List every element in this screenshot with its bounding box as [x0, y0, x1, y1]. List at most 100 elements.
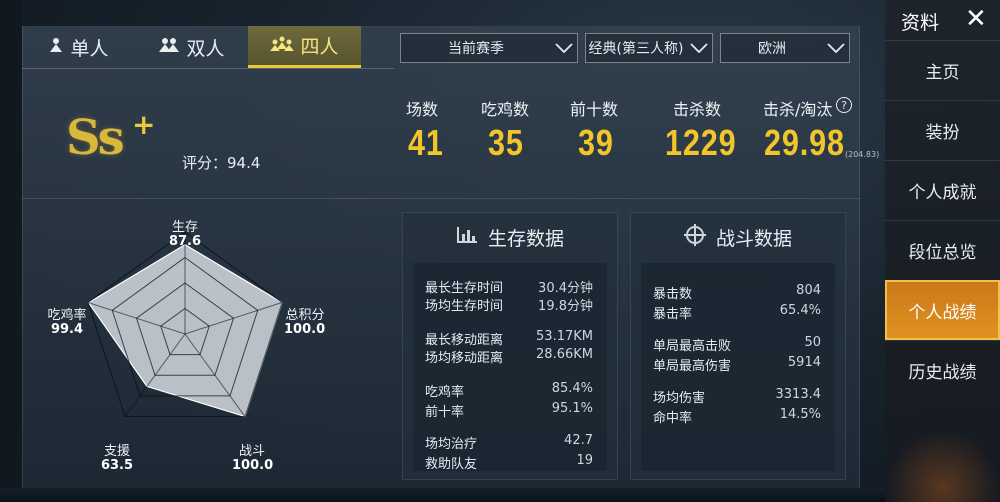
stat-row-label: 场均伤害 — [653, 391, 706, 406]
radar-value-score: 100.0 — [284, 322, 326, 337]
stat-row-value: 42.7 — [564, 433, 593, 448]
stat-row-label: 暴击数 — [653, 287, 693, 302]
sidebar-item-achievements[interactable]: 个人成就 — [885, 160, 1000, 220]
duo-icon — [158, 37, 180, 57]
stat-wins-label: 吃鸡数 — [481, 100, 530, 119]
stat-row-value: 65.4% — [779, 303, 821, 318]
chevron-down-icon — [823, 34, 849, 62]
sidebar-item-outfit[interactable]: 装扮 — [885, 100, 1000, 160]
survival-card-title: 生存数据 — [487, 227, 564, 250]
survival-card: 生存数据 最长生存时间 30.4分钟 场均生存时间 19.8分钟 最长移动距离 53.… — [402, 212, 618, 480]
bar-chart-icon — [456, 226, 478, 249]
stat-row-value: 5914 — [787, 355, 821, 370]
stat-row-label: 单局最高伤害 — [653, 359, 732, 374]
radar-label-winrate: 吃鸡率 — [47, 308, 87, 323]
stat-row-value: 3313.4 — [775, 387, 822, 402]
stat-row-value: 30.4分钟 — [538, 281, 593, 296]
tab-solo[interactable]: 单人 — [22, 26, 135, 68]
combat-card-header: 战斗数据 — [631, 213, 845, 261]
stat-row-label: 场均生存时间 — [425, 299, 504, 314]
sidebar-item-history[interactable]: 历史战绩 — [885, 340, 1000, 400]
radar-value-support: 63.5 — [100, 458, 134, 473]
stat-row: 场均伤害 3313.4 — [653, 387, 822, 406]
stat-row-value: 95.1% — [551, 401, 593, 416]
season-dropdown[interactable]: 当前赛季 — [400, 33, 578, 63]
tab-squad-label: 四人 — [300, 36, 339, 58]
sidebar-item-home[interactable]: 主页 — [885, 40, 1000, 100]
sidebar-item-label: 个人成就 — [908, 183, 977, 203]
chevron-down-icon — [686, 34, 712, 62]
sidebar-item-label: 主页 — [925, 63, 960, 83]
stat-row: 最长移动距离 53.17KM — [425, 329, 593, 348]
mode-tabs: 单人 双人 四人 — [22, 26, 361, 68]
tabs-underline — [22, 68, 394, 69]
stat-row: 暴击率 65.4% — [653, 303, 821, 322]
stat-top10-value: 39 — [578, 122, 614, 163]
tab-duo[interactable]: 双人 — [135, 26, 248, 68]
stat-kills-value: 1229 — [665, 122, 737, 163]
stat-top10-label: 前十数 — [570, 100, 619, 119]
stat-row-label: 命中率 — [653, 411, 693, 426]
sidebar-item-label: 历史战绩 — [908, 363, 977, 383]
stat-row: 吃鸡率 85.4% — [425, 381, 593, 400]
tab-solo-label: 单人 — [70, 37, 109, 60]
stat-row-value: 53.17KM — [536, 329, 593, 344]
radar-value-winrate: 99.4 — [50, 322, 84, 337]
left-edge — [0, 0, 22, 502]
stat-kd-value: 29.98 — [764, 122, 845, 163]
sidebar-item-personal-record[interactable]: 个人战绩 — [885, 280, 1000, 340]
stat-kd-label: 击杀/淘汰 — [763, 100, 833, 119]
stat-kills-label: 击杀数 — [673, 100, 722, 119]
help-icon[interactable]: ? — [836, 97, 852, 113]
stat-row-label: 前十率 — [425, 405, 465, 420]
mode-dropdown-value: 经典(第三人称) — [588, 41, 684, 57]
radar-label-score: 总积分 — [285, 308, 325, 323]
combat-card: 战斗数据 暴击数 804 暴击率 65.4% 单局最高击败 50 单局最高伤害 5914… — [630, 212, 846, 480]
combat-card-title: 战斗数据 — [715, 227, 792, 250]
rating: 评分：94.4 — [182, 152, 260, 173]
stat-row-value: 19 — [576, 453, 593, 468]
stat-row-label: 场均治疗 — [425, 437, 478, 452]
sidebar-item-label: 装扮 — [925, 123, 960, 143]
stat-row: 单局最高击败 50 — [653, 335, 821, 354]
stat-row-value: 19.8分钟 — [538, 299, 593, 314]
person-icon — [48, 37, 64, 57]
stat-kd-sub: (204.83) — [845, 150, 880, 159]
combat-card-body: 暴击数 804 暴击率 65.4% 单局最高击败 50 单局最高伤害 5914 场均伤害… — [641, 263, 835, 471]
section-divider — [22, 198, 860, 199]
close-icon[interactable]: ✕ — [965, 4, 987, 34]
stat-row-label: 救助队友 — [425, 457, 478, 472]
region-dropdown[interactable]: 欧洲 — [720, 33, 850, 63]
sidebar-title: 资料 — [901, 12, 940, 34]
stat-row-value: 28.66KM — [536, 347, 593, 362]
radar-label-survival: 生存 — [171, 220, 198, 235]
stat-row: 最长生存时间 30.4分钟 — [425, 277, 593, 296]
region-dropdown-value: 欧洲 — [758, 41, 786, 57]
rank-plus: + — [132, 108, 156, 141]
stat-row-value: 14.5% — [779, 407, 821, 422]
crosshair-icon — [683, 223, 706, 251]
stat-row-label: 暴击率 — [653, 307, 693, 322]
radar-label-support: 支援 — [103, 444, 130, 459]
tab-squad[interactable]: 四人 — [248, 26, 361, 68]
stat-row: 场均治疗 42.7 — [425, 433, 593, 452]
stat-row-value: 804 — [796, 283, 821, 298]
stat-matches-value: 41 — [408, 122, 444, 163]
stat-row-label: 最长移动距离 — [425, 333, 504, 348]
mode-dropdown[interactable]: 经典(第三人称) — [585, 33, 713, 63]
stat-row: 场均生存时间 19.8分钟 — [425, 295, 593, 314]
rank-tier-logo: Ss — [66, 110, 125, 166]
stat-matches-label: 场数 — [406, 100, 439, 119]
profile-sidebar: 资料 ✕ 主页 装扮 个人成就 段位总览 个人战绩 历史战绩 — [885, 0, 1000, 502]
stat-row: 暴击数 804 — [653, 283, 821, 302]
stat-row: 场均移动距离 28.66KM — [425, 347, 593, 366]
sidebar-item-rank-overview[interactable]: 段位总览 — [885, 220, 1000, 280]
stat-row: 单局最高伤害 5914 — [653, 355, 821, 374]
stat-row: 前十率 95.1% — [425, 401, 593, 420]
stat-row-label: 场均移动距离 — [425, 351, 504, 366]
stat-row-label: 单局最高击败 — [653, 339, 732, 354]
rank-area: Ss + 评分：94.4 — [22, 70, 394, 198]
survival-card-body: 最长生存时间 30.4分钟 场均生存时间 19.8分钟 最长移动距离 53.17KM … — [413, 263, 607, 472]
sidebar-item-label: 个人战绩 — [908, 302, 977, 323]
stat-row-label: 最长生存时间 — [425, 281, 504, 296]
